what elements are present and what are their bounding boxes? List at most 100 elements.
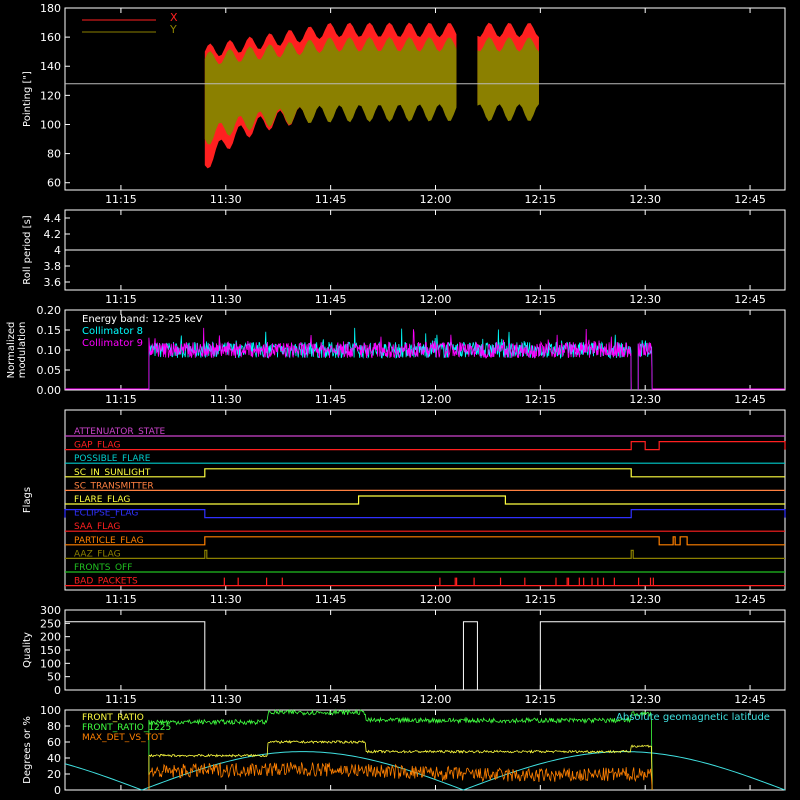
x-tick-label: 12:00: [420, 693, 452, 706]
panel-5: 11:15 11:30 11:45 12:00 12:15 12:30 12:45 Quali…: [22, 604, 786, 706]
x-tick-label: 12:15: [524, 393, 556, 406]
legend-label: FRONT_RATIO: [82, 713, 144, 723]
flag-line-flare_flag: [65, 495, 785, 505]
x-tick-label: 11:30: [210, 393, 242, 406]
x-tick-label: 11:30: [210, 593, 242, 606]
y-tick-label: 140: [40, 60, 61, 73]
series-y-band: [477, 37, 539, 122]
series-max-det-vs-tot: [148, 762, 653, 791]
legend-label: Absolute geomagnetic latitude: [616, 712, 770, 723]
y-tick-label: 100: [40, 118, 61, 131]
y-tick-label: 0.20: [37, 304, 62, 317]
y-tick-label: 160: [40, 31, 61, 44]
x-tick-label: 12:00: [420, 193, 452, 206]
energy-band-annotation: Energy band: 12-25 keV: [82, 314, 203, 325]
panel-1: 11:15 11:30 11:45 12:00 12:15 12:30 12:45 Point…: [22, 2, 786, 206]
y-tick-label: 0.00: [37, 384, 62, 397]
y-tick-label: 100: [40, 657, 61, 670]
y-tick-label: 60: [47, 177, 61, 190]
y-tick-label: 80: [47, 148, 61, 161]
x-tick-label: 12:45: [734, 593, 766, 606]
y-tick-label: 4.4: [44, 212, 62, 225]
x-tick-label: 12:00: [420, 593, 452, 606]
panel-3: 11:15 11:30 11:45 12:00 12:15 12:30 12:45 Norma…: [6, 304, 786, 406]
legend-label: Y: [169, 23, 177, 36]
legend-label: Collimator 9: [82, 338, 143, 349]
y-tick-label: 0.10: [37, 344, 62, 357]
flag-line-aaz_flag: [65, 549, 785, 559]
y-axis-label: Pointing ["]: [22, 71, 33, 127]
y-tick-label: 4: [54, 244, 61, 257]
x-tick-label: 12:15: [524, 293, 556, 306]
x-tick-label: 11:15: [105, 293, 137, 306]
y-axis-label: Normalized: [6, 322, 17, 379]
y-tick-label: 50: [47, 671, 61, 684]
series-front-ratio: [148, 739, 653, 791]
panel-2: 11:15 11:30 11:45 12:00 12:15 12:30 12:45 Roll …: [22, 209, 786, 306]
y-axis-label: modulation: [17, 322, 28, 379]
series-collimator-8: [148, 327, 632, 391]
x-tick-label: 12:15: [524, 193, 556, 206]
x-tick-label: 11:30: [210, 293, 242, 306]
flag-line-eclipse_flag: [64, 509, 786, 519]
flag-line-particle_flag: [65, 536, 785, 546]
x-tick-label: 12:15: [524, 693, 556, 706]
x-tick-label: 12:00: [420, 393, 452, 406]
legend-label: Collimator 8: [82, 326, 143, 337]
y-axis-label: Quality: [22, 632, 33, 668]
y-tick-label: 0.15: [37, 324, 62, 337]
x-tick-label: 12:45: [734, 393, 766, 406]
y-tick-label: 100: [40, 704, 61, 717]
x-tick-label: 11:30: [210, 193, 242, 206]
panel-6: Degrees or % 0 20 40 60 80 100 FRONT_RATIOFRONT…: [22, 704, 786, 797]
x-tick-label: 11:30: [210, 693, 242, 706]
y-tick-label: 180: [40, 2, 61, 15]
x-tick-label: 12:30: [629, 593, 661, 606]
y-tick-label: 200: [40, 631, 61, 644]
y-axis-label: Degrees or %: [22, 716, 33, 784]
series-collimator-9: [148, 327, 632, 391]
y-tick-label: 0: [54, 684, 61, 697]
legend-label: FRONT_RATIO_1225: [82, 723, 171, 733]
y-tick-label: 3.6: [44, 276, 62, 289]
x-tick-label: 11:45: [315, 393, 347, 406]
x-tick-label: 12:30: [629, 393, 661, 406]
x-tick-label: 12:30: [629, 693, 661, 706]
panel-4: 11:15 11:30 11:45 12:00 12:15 12:30 12:45 Flags…: [22, 409, 786, 606]
y-tick-label: 20: [47, 768, 61, 781]
y-tick-label: 0.05: [37, 364, 62, 377]
series-collimator-9: [637, 342, 653, 391]
x-tick-label: 11:45: [315, 293, 347, 306]
flag-line-gap_flag: [65, 441, 786, 451]
x-tick-label: 11:15: [105, 193, 137, 206]
y-tick-label: 0: [54, 784, 61, 797]
y-tick-label: 40: [47, 752, 61, 765]
y-tick-label: 120: [40, 89, 61, 102]
x-tick-label: 11:45: [315, 593, 347, 606]
flag-line-sc_in_sunlight: [65, 468, 785, 478]
quality-line: [65, 621, 785, 691]
y-axis-label: Roll period [s]: [22, 215, 33, 284]
series-front-ratio-1225: [148, 708, 653, 791]
x-tick-label: 12:45: [734, 293, 766, 306]
y-tick-label: 3.8: [44, 260, 62, 273]
y-tick-label: 80: [47, 720, 61, 733]
x-tick-label: 11:45: [315, 193, 347, 206]
y-tick-label: 300: [40, 604, 61, 617]
x-tick-label: 12:30: [629, 193, 661, 206]
y-tick-label: 250: [40, 617, 61, 630]
plot-frame: [64, 409, 786, 591]
chart-stack: 11:15 11:30 11:45 12:00 12:15 12:30 12:45 Point…: [6, 2, 786, 797]
x-tick-label: 12:15: [524, 593, 556, 606]
x-tick-label: 11:15: [105, 593, 137, 606]
x-tick-label: 12:45: [734, 693, 766, 706]
x-tick-label: 12:30: [629, 293, 661, 306]
x-tick-label: 11:15: [105, 393, 137, 406]
y-axis-label: Flags: [22, 487, 33, 513]
x-tick-label: 12:00: [420, 293, 452, 306]
y-tick-label: 150: [40, 644, 61, 657]
legend-label: MAX_DET_VS_TOT: [82, 733, 164, 743]
x-tick-label: 11:15: [105, 693, 137, 706]
y-tick-label: 60: [47, 736, 61, 749]
y-tick-label: 4.2: [44, 228, 62, 241]
